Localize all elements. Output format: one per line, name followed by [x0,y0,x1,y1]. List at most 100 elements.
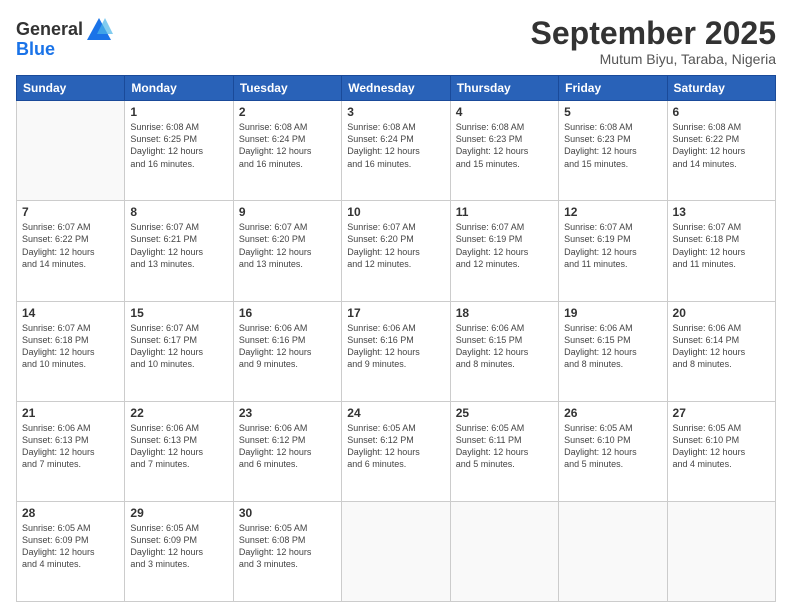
day-cell: 21Sunrise: 6:06 AMSunset: 6:13 PMDayligh… [17,401,125,501]
day-number: 30 [239,506,336,520]
day-cell: 15Sunrise: 6:07 AMSunset: 6:17 PMDayligh… [125,301,233,401]
day-number: 10 [347,205,444,219]
day-number: 24 [347,406,444,420]
header-row: Sunday Monday Tuesday Wednesday Thursday… [17,76,776,101]
day-number: 4 [456,105,553,119]
day-number: 5 [564,105,661,119]
day-number: 16 [239,306,336,320]
day-cell: 27 Sunrise: 6:05 AMSunset: 6:10 PMDayligh… [667,401,775,501]
day-number: 11 [456,205,553,219]
day-cell: 12 Sunrise: 6:07 AMSunset: 6:19 PMDayligh… [559,201,667,301]
day-info: Sunrise: 6:05 AMSunset: 6:08 PMDaylight:… [239,522,336,571]
day-cell: 24 Sunrise: 6:05 AMSunset: 6:12 PMDayligh… [342,401,450,501]
day-cell: 3 Sunrise: 6:08 AMSunset: 6:24 PMDaylight… [342,101,450,201]
day-info: Sunrise: 6:07 AMSunset: 6:20 PMDaylight:… [347,221,444,270]
day-cell [559,501,667,601]
day-cell [450,501,558,601]
day-info: Sunrise: 6:07 AMSunset: 6:19 PMDaylight:… [564,221,661,270]
day-info: Sunrise: 6:07 AMSunset: 6:20 PMDaylight:… [239,221,336,270]
day-number: 9 [239,205,336,219]
day-number: 27 [673,406,770,420]
day-info: Sunrise: 6:08 AMSunset: 6:24 PMDaylight:… [347,121,444,170]
day-info: Sunrise: 6:07 AMSunset: 6:17 PMDaylight:… [130,322,227,371]
day-cell: 20 Sunrise: 6:06 AMSunset: 6:14 PMDayligh… [667,301,775,401]
logo: General Blue [16,16,113,60]
day-info: Sunrise: 6:06 AMSunset: 6:13 PMDaylight:… [130,422,227,471]
day-cell: 6 Sunrise: 6:08 AMSunset: 6:22 PMDaylight… [667,101,775,201]
day-info: Sunrise: 6:07 AMSunset: 6:21 PMDaylight:… [130,221,227,270]
day-cell: 17 Sunrise: 6:06 AMSunset: 6:16 PMDayligh… [342,301,450,401]
day-number: 18 [456,306,553,320]
day-number: 28 [22,506,119,520]
day-number: 3 [347,105,444,119]
day-cell: 18Sunrise: 6:06 AMSunset: 6:15 PMDayligh… [450,301,558,401]
day-number: 26 [564,406,661,420]
day-cell: 25 Sunrise: 6:05 AMSunset: 6:11 PMDayligh… [450,401,558,501]
day-number: 21 [22,406,119,420]
week-row-4: 21 Sunrise: 6:06 AMSunset: 6:13 PMDayligh… [17,401,776,501]
day-number: 14 [22,306,119,320]
day-number: 2 [239,105,336,119]
day-cell: 19Sunrise: 6:06 AMSunset: 6:15 PMDayligh… [559,301,667,401]
day-cell: 8 Sunrise: 6:07 AMSunset: 6:21 PMDaylight… [125,201,233,301]
day-cell [667,501,775,601]
header: General Blue September 2025 Mutum Biyu, … [16,16,776,67]
day-number: 7 [22,205,119,219]
day-info: Sunrise: 6:08 AMSunset: 6:23 PMDaylight:… [564,121,661,170]
day-number: 25 [456,406,553,420]
day-cell: 14 Sunrise: 6:07 AMSunset: 6:18 PMDayligh… [17,301,125,401]
day-number: 20 [673,306,770,320]
day-number: 1 [130,105,227,119]
day-cell: 9 Sunrise: 6:07 AMSunset: 6:20 PMDaylight… [233,201,341,301]
day-cell: 10 Sunrise: 6:07 AMSunset: 6:20 PMDayligh… [342,201,450,301]
title-block: September 2025 Mutum Biyu, Taraba, Niger… [531,16,776,67]
day-cell [17,101,125,201]
day-cell: 4 Sunrise: 6:08 AMSunset: 6:23 PMDaylight… [450,101,558,201]
day-number: 22 [130,406,227,420]
week-row-2: 7 Sunrise: 6:07 AMSunset: 6:22 PMDaylight… [17,201,776,301]
day-cell: 11 Sunrise: 6:07 AMSunset: 6:19 PMDayligh… [450,201,558,301]
day-info: Sunrise: 6:07 AMSunset: 6:18 PMDaylight:… [22,322,119,371]
col-monday: Monday [125,76,233,101]
day-info: Sunrise: 6:07 AMSunset: 6:22 PMDaylight:… [22,221,119,270]
day-cell: 2 Sunrise: 6:08 AMSunset: 6:24 PMDaylight… [233,101,341,201]
day-info: Sunrise: 6:06 AMSunset: 6:14 PMDaylight:… [673,322,770,371]
day-cell: 30 Sunrise: 6:05 AMSunset: 6:08 PMDayligh… [233,501,341,601]
day-cell: 7 Sunrise: 6:07 AMSunset: 6:22 PMDaylight… [17,201,125,301]
col-sunday: Sunday [17,76,125,101]
day-number: 13 [673,205,770,219]
day-number: 19 [564,306,661,320]
day-info: Sunrise: 6:08 AMSunset: 6:24 PMDaylight:… [239,121,336,170]
day-info: Sunrise: 6:07 AMSunset: 6:19 PMDaylight:… [456,221,553,270]
page: General Blue September 2025 Mutum Biyu, … [0,0,792,612]
day-info: Sunrise: 6:05 AMSunset: 6:11 PMDaylight:… [456,422,553,471]
day-cell [342,501,450,601]
day-info: Sunrise: 6:06 AMSunset: 6:16 PMDaylight:… [239,322,336,371]
logo-blue: Blue [16,40,55,60]
day-cell: 23Sunrise: 6:06 AMSunset: 6:12 PMDayligh… [233,401,341,501]
day-info: Sunrise: 6:05 AMSunset: 6:09 PMDaylight:… [130,522,227,571]
col-wednesday: Wednesday [342,76,450,101]
logo-icon [85,16,113,44]
day-cell: 5 Sunrise: 6:08 AMSunset: 6:23 PMDaylight… [559,101,667,201]
day-cell: 1 Sunrise: 6:08 AMSunset: 6:25 PMDaylight… [125,101,233,201]
day-info: Sunrise: 6:08 AMSunset: 6:23 PMDaylight:… [456,121,553,170]
day-number: 6 [673,105,770,119]
day-info: Sunrise: 6:08 AMSunset: 6:22 PMDaylight:… [673,121,770,170]
day-cell: 28 Sunrise: 6:05 AMSunset: 6:09 PMDayligh… [17,501,125,601]
day-number: 8 [130,205,227,219]
calendar: Sunday Monday Tuesday Wednesday Thursday… [16,75,776,602]
day-cell: 16 Sunrise: 6:06 AMSunset: 6:16 PMDayligh… [233,301,341,401]
day-info: Sunrise: 6:08 AMSunset: 6:25 PMDaylight:… [130,121,227,170]
day-number: 23 [239,406,336,420]
day-number: 29 [130,506,227,520]
logo-general: General [16,20,83,40]
month-title: September 2025 [531,16,776,51]
day-cell: 26Sunrise: 6:05 AMSunset: 6:10 PMDayligh… [559,401,667,501]
day-info: Sunrise: 6:06 AMSunset: 6:16 PMDaylight:… [347,322,444,371]
day-number: 17 [347,306,444,320]
day-info: Sunrise: 6:05 AMSunset: 6:10 PMDaylight:… [673,422,770,471]
day-info: Sunrise: 6:05 AMSunset: 6:12 PMDaylight:… [347,422,444,471]
day-info: Sunrise: 6:05 AMSunset: 6:09 PMDaylight:… [22,522,119,571]
day-number: 12 [564,205,661,219]
